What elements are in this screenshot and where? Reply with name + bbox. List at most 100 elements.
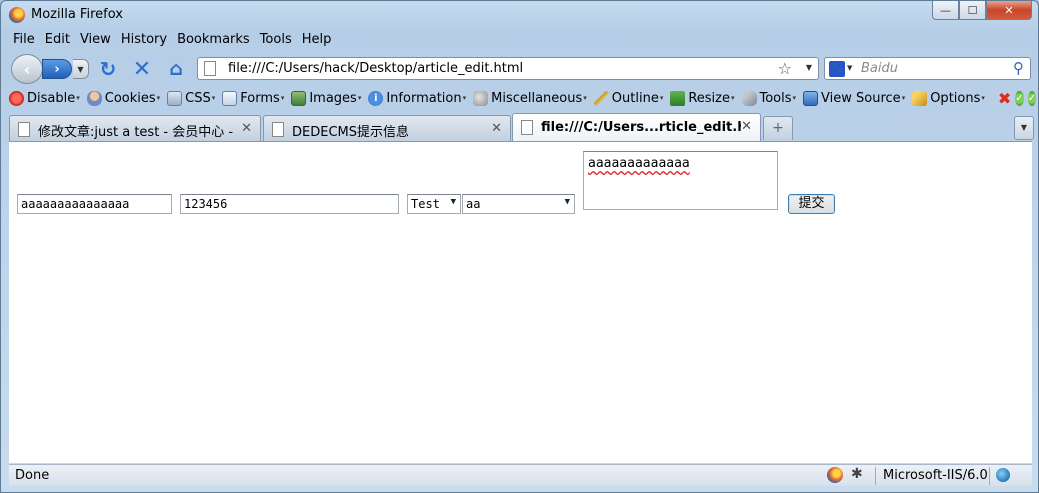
dev-forms-label: Forms bbox=[240, 90, 280, 106]
url-dropdown-icon[interactable]: ▼ bbox=[806, 63, 812, 72]
status-divider bbox=[875, 467, 876, 485]
dev-images-label: Images bbox=[309, 90, 357, 106]
search-icon[interactable]: ⚲ bbox=[1013, 59, 1024, 77]
menu-file[interactable]: File bbox=[9, 31, 39, 51]
dev-cookies-label: Cookies bbox=[104, 90, 156, 106]
dev-css-label: CSS bbox=[185, 90, 211, 106]
text-input-1[interactable]: aaaaaaaaaaaaaaa bbox=[17, 194, 172, 214]
close-tab-icon[interactable]: ✕ bbox=[241, 121, 252, 136]
menu-view[interactable]: View bbox=[76, 31, 115, 51]
url-bar[interactable]: file:///C:/Users/hack/Desktop/article_ed… bbox=[197, 57, 819, 80]
window-controls: — ☐ ✕ bbox=[932, 1, 1032, 20]
submit-button[interactable]: 提交 bbox=[788, 194, 835, 214]
dropdown-icon: ▾ bbox=[659, 94, 664, 102]
forward-button[interactable]: › bbox=[42, 59, 72, 79]
list-all-tabs-button[interactable]: ▼ bbox=[1014, 116, 1034, 140]
web-developer-toolbar: Disable ▾ Cookies ▾ CSS ▾ Forms ▾ Images ▾ iI… bbox=[9, 87, 1037, 109]
search-engine-dropdown-icon[interactable]: ▼ bbox=[847, 64, 852, 72]
css-icon bbox=[167, 90, 183, 106]
search-bar[interactable]: 🐾 ▼ Baidu ⚲ bbox=[824, 57, 1031, 80]
options-icon bbox=[912, 90, 928, 106]
bookmark-star-icon[interactable]: ☆ bbox=[778, 59, 792, 78]
dropdown-icon: ▾ bbox=[76, 94, 80, 102]
dropdown-icon: ▾ bbox=[792, 94, 797, 102]
search-input[interactable]: Baidu bbox=[861, 61, 898, 76]
firefox-logo-icon bbox=[9, 7, 25, 23]
minimize-button[interactable]: — bbox=[932, 1, 959, 20]
new-tab-button[interactable]: + bbox=[763, 116, 793, 140]
globe-icon[interactable] bbox=[996, 468, 1010, 482]
tab-dedecms-notice[interactable]: DEDECMS提示信息 ✕ bbox=[263, 115, 511, 141]
outline-icon bbox=[593, 90, 609, 106]
tab-edit-article[interactable]: 修改文章:just a test - 会员中心 - ... ✕ bbox=[9, 115, 261, 141]
dropdown-icon: ▾ bbox=[901, 94, 906, 102]
dev-information-label: Information bbox=[386, 90, 462, 106]
back-button[interactable]: ‹ bbox=[11, 54, 43, 84]
dev-images-menu[interactable]: Images ▾ bbox=[291, 90, 362, 106]
dev-miscellaneous-label: Miscellaneous bbox=[491, 90, 583, 106]
dev-options-menu[interactable]: Options ▾ bbox=[912, 90, 985, 106]
dev-information-menu[interactable]: i Information ▾ bbox=[368, 90, 466, 106]
history-dropdown-button[interactable]: ▼ bbox=[73, 59, 89, 79]
search-engine-icon[interactable]: 🐾 bbox=[829, 61, 845, 77]
dev-miscellaneous-menu[interactable]: Miscellaneous ▾ bbox=[473, 90, 587, 106]
resize-icon bbox=[670, 90, 686, 106]
dropdown-icon: ▾ bbox=[211, 94, 216, 102]
dev-disable-menu[interactable]: Disable ▾ bbox=[9, 90, 80, 106]
tab-label: DEDECMS提示信息 bbox=[292, 125, 409, 140]
tab-article-edit-file[interactable]: file:///C:/Users...rticle_edit.html ✕ bbox=[512, 113, 761, 141]
css-error-icon[interactable]: ✖ bbox=[998, 89, 1011, 108]
textarea-input[interactable]: aaaaaaaaaaaaa bbox=[583, 151, 778, 210]
menu-bookmarks[interactable]: Bookmarks bbox=[173, 31, 254, 51]
menu-history[interactable]: History bbox=[117, 31, 171, 51]
home-icon[interactable]: ⌂ bbox=[165, 58, 187, 80]
page-icon bbox=[272, 122, 284, 137]
menu-edit[interactable]: Edit bbox=[41, 31, 74, 51]
navigation-toolbar: ‹ › ▼ ↻ ✕ ⌂ file:///C:/Users/hack/Deskto… bbox=[9, 53, 1031, 84]
server-info: Microsoft-IIS/6.0 bbox=[883, 468, 988, 483]
page-icon bbox=[18, 122, 30, 137]
dev-resize-label: Resize bbox=[688, 90, 730, 106]
select-1[interactable]: Test ▼ bbox=[407, 194, 461, 214]
cookies-icon bbox=[86, 90, 102, 106]
dev-resize-menu[interactable]: Resize ▾ bbox=[670, 90, 735, 106]
title-bar: Mozilla Firefox — ☐ ✕ bbox=[1, 1, 1038, 29]
status-bar: Done ✱ Microsoft-IIS/6.0 bbox=[9, 464, 1032, 486]
dev-disable-label: Disable bbox=[27, 90, 76, 106]
menu-tools[interactable]: Tools bbox=[256, 31, 296, 51]
dev-css-menu[interactable]: CSS ▾ bbox=[167, 90, 216, 106]
view-source-icon bbox=[803, 90, 819, 106]
chevron-down-icon: ▼ bbox=[450, 197, 456, 207]
miscellaneous-icon bbox=[473, 90, 489, 106]
firefox-status-icon[interactable] bbox=[827, 467, 843, 483]
html-valid-icon[interactable]: ✓ bbox=[1015, 90, 1024, 106]
text-input-2[interactable]: 123456 bbox=[180, 194, 399, 214]
dev-forms-menu[interactable]: Forms ▾ bbox=[222, 90, 285, 106]
window-title: Mozilla Firefox bbox=[31, 7, 123, 22]
firebug-icon[interactable]: ✱ bbox=[851, 466, 863, 482]
close-tab-icon[interactable]: ✕ bbox=[491, 121, 502, 136]
dev-tools-label: Tools bbox=[759, 90, 792, 106]
close-tab-icon[interactable]: ✕ bbox=[741, 119, 752, 134]
menu-help[interactable]: Help bbox=[298, 31, 336, 51]
select-2[interactable]: aa ▼ bbox=[462, 194, 575, 214]
js-valid-icon[interactable]: ✓ bbox=[1027, 90, 1037, 106]
dropdown-icon: ▾ bbox=[730, 94, 735, 102]
page-icon bbox=[204, 61, 216, 76]
page-content: aaaaaaaaaaaaaaa 123456 Test ▼ aa ▼ aaaaa… bbox=[9, 141, 1032, 463]
stop-icon[interactable]: ✕ bbox=[131, 57, 153, 82]
forms-icon bbox=[222, 90, 238, 106]
dev-tools-menu[interactable]: Tools ▾ bbox=[741, 90, 797, 106]
dropdown-icon: ▾ bbox=[357, 94, 362, 102]
select-2-value: aa bbox=[466, 197, 481, 211]
url-text[interactable]: file:///C:/Users/hack/Desktop/article_ed… bbox=[228, 61, 523, 76]
dev-view-source-menu[interactable]: View Source ▾ bbox=[803, 90, 906, 106]
information-icon: i bbox=[368, 90, 384, 106]
dev-cookies-menu[interactable]: Cookies ▾ bbox=[86, 90, 160, 106]
dropdown-icon: ▾ bbox=[280, 94, 285, 102]
close-window-button[interactable]: ✕ bbox=[986, 1, 1032, 20]
maximize-button[interactable]: ☐ bbox=[959, 1, 986, 20]
dev-outline-menu[interactable]: Outline ▾ bbox=[593, 90, 664, 106]
tab-label: 修改文章:just a test - 会员中心 - ... bbox=[38, 125, 238, 140]
reload-icon[interactable]: ↻ bbox=[97, 57, 119, 81]
